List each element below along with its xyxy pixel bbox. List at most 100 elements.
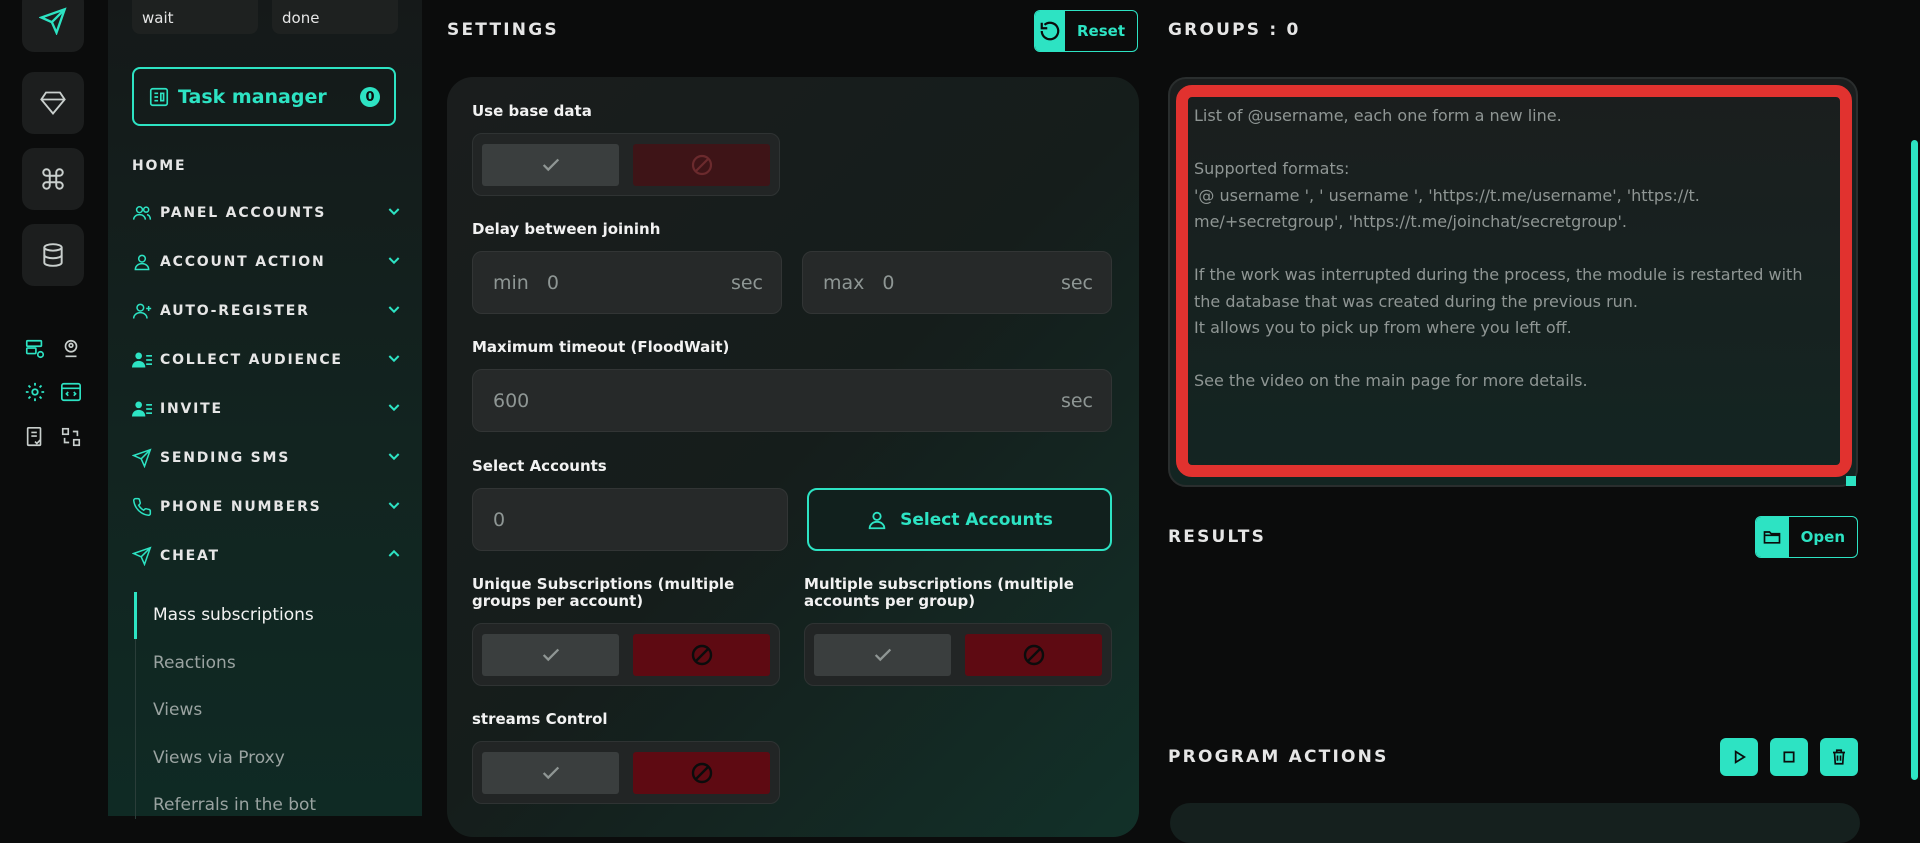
sub-item-views[interactable]: Views <box>153 700 202 720</box>
toggle-on-button[interactable] <box>814 634 951 676</box>
nav-home[interactable]: HOME <box>132 154 402 178</box>
use-base-data-toggle[interactable] <box>472 133 780 196</box>
task-manager-label: Task manager <box>178 85 327 108</box>
nav-cheat[interactable]: CHEAT <box>132 544 402 568</box>
block-icon <box>691 762 712 784</box>
check-icon <box>874 648 891 662</box>
groups-title: GROUPS : 0 <box>1168 20 1301 40</box>
toggle-on-button[interactable] <box>482 144 619 186</box>
gear-icon[interactable] <box>22 379 48 405</box>
nav-sending-sms[interactable]: SENDING SMS <box>132 446 402 470</box>
status-pill-wait[interactable]: wait <box>132 0 258 34</box>
users-icon <box>132 203 152 223</box>
checklist-icon[interactable] <box>22 424 48 450</box>
multiple-subs-toggle[interactable] <box>804 623 1112 686</box>
max-value: 0 <box>882 271 895 294</box>
streams-toggle[interactable] <box>472 741 780 804</box>
diamond-nav-button[interactable] <box>22 72 84 134</box>
nav-label: PANEL ACCOUNTS <box>160 205 327 221</box>
chevron-down-icon <box>388 257 400 265</box>
delay-max-input[interactable]: max 0 sec <box>802 251 1112 314</box>
check-icon <box>542 766 559 780</box>
toggle-on-button[interactable] <box>482 752 619 794</box>
open-button[interactable]: Open <box>1755 516 1858 558</box>
delay-min-input[interactable]: min 0 sec <box>472 251 782 314</box>
active-indicator <box>134 592 137 639</box>
block-icon <box>1023 644 1044 666</box>
swap-icon[interactable] <box>58 424 84 450</box>
task-count-badge: 0 <box>360 87 380 107</box>
settings-title: SETTINGS <box>447 20 559 40</box>
submenu-line <box>135 639 136 819</box>
user-icon <box>868 511 886 529</box>
check-icon <box>542 648 559 662</box>
toggle-off-button[interactable] <box>633 634 770 676</box>
max-unit: sec <box>1060 271 1093 294</box>
reset-button[interactable]: Reset <box>1034 10 1138 52</box>
nav-label: PHONE NUMBERS <box>160 499 322 515</box>
task-manager-button[interactable]: Task manager 0 <box>132 67 396 126</box>
min-unit: sec <box>730 271 763 294</box>
max-prefix: max <box>823 271 865 294</box>
icon-rail <box>0 0 108 816</box>
accounts-count-field[interactable]: 0 <box>472 488 788 551</box>
page-scrollbar[interactable] <box>1908 0 1920 816</box>
resize-handle[interactable] <box>1846 476 1856 486</box>
sub-item-referrals[interactable]: Referrals in the bot <box>153 795 316 815</box>
phone-icon <box>132 497 152 517</box>
timeout-input[interactable]: 600 sec <box>472 369 1112 432</box>
sub-item-mass-subscriptions[interactable]: Mass subscriptions <box>153 605 314 625</box>
delete-button[interactable] <box>1820 738 1858 776</box>
select-accounts-button-label: Select Accounts <box>900 509 1053 530</box>
sub-item-views-proxy[interactable]: Views via Proxy <box>153 748 285 768</box>
command-nav-button[interactable] <box>22 148 84 210</box>
toggle-off-button[interactable] <box>633 144 770 186</box>
nav-label: INVITE <box>160 401 223 417</box>
trash-icon <box>1833 749 1845 765</box>
nav-auto-register[interactable]: AUTO-REGISTER <box>132 299 402 323</box>
user-icon <box>132 252 152 272</box>
min-value: 0 <box>546 271 559 294</box>
sub-item-reactions[interactable]: Reactions <box>153 653 236 673</box>
toggle-off-button[interactable] <box>633 752 770 794</box>
user-location-icon[interactable] <box>58 336 84 362</box>
unique-subs-toggle[interactable] <box>472 623 780 686</box>
send-nav-button[interactable] <box>22 0 84 52</box>
stop-button[interactable] <box>1770 738 1808 776</box>
chevron-down-icon <box>388 306 400 314</box>
chevron-down-icon <box>388 404 400 412</box>
min-prefix: min <box>493 271 529 294</box>
user-plus-icon <box>132 301 152 321</box>
task-board-icon <box>149 87 169 106</box>
start-button[interactable] <box>1720 738 1758 776</box>
refresh-icon <box>1035 11 1065 51</box>
toggle-off-button[interactable] <box>965 634 1102 676</box>
reset-label: Reset <box>1077 22 1125 40</box>
database-nav-button[interactable] <box>22 224 84 286</box>
nav-label: AUTO-REGISTER <box>160 303 310 319</box>
nav-label: CHEAT <box>160 548 220 564</box>
code-window-icon[interactable] <box>58 379 84 405</box>
nav-account-action[interactable]: ACCOUNT ACTION <box>132 250 402 274</box>
select-accounts-button[interactable]: Select Accounts <box>807 488 1112 551</box>
block-icon <box>691 154 712 176</box>
nav-label: COLLECT AUDIENCE <box>160 352 343 368</box>
scrollbar-thumb[interactable] <box>1911 140 1918 780</box>
nav-home-label: HOME <box>132 158 187 174</box>
select-accounts-label: Select Accounts <box>472 457 607 475</box>
nav-invite[interactable]: INVITE <box>132 397 402 421</box>
send-bolt-icon <box>132 546 152 566</box>
diamond-icon <box>40 91 66 115</box>
chevron-down-icon <box>388 502 400 510</box>
nav-collect-audience[interactable]: COLLECT AUDIENCE <box>132 348 402 372</box>
chevron-up-icon <box>388 549 400 557</box>
toggle-on-button[interactable] <box>482 634 619 676</box>
status-pill-done[interactable]: done <box>272 0 398 34</box>
sidebar: wait done Task manager 0 HOME PANEL ACCO… <box>108 0 422 819</box>
accounts-count: 0 <box>493 508 506 531</box>
play-icon <box>1734 750 1746 764</box>
nav-panel-accounts[interactable]: PANEL ACCOUNTS <box>132 201 402 225</box>
timeout-value: 600 <box>493 389 530 412</box>
server-settings-icon[interactable] <box>22 336 48 362</box>
nav-phone-numbers[interactable]: PHONE NUMBERS <box>132 495 402 519</box>
